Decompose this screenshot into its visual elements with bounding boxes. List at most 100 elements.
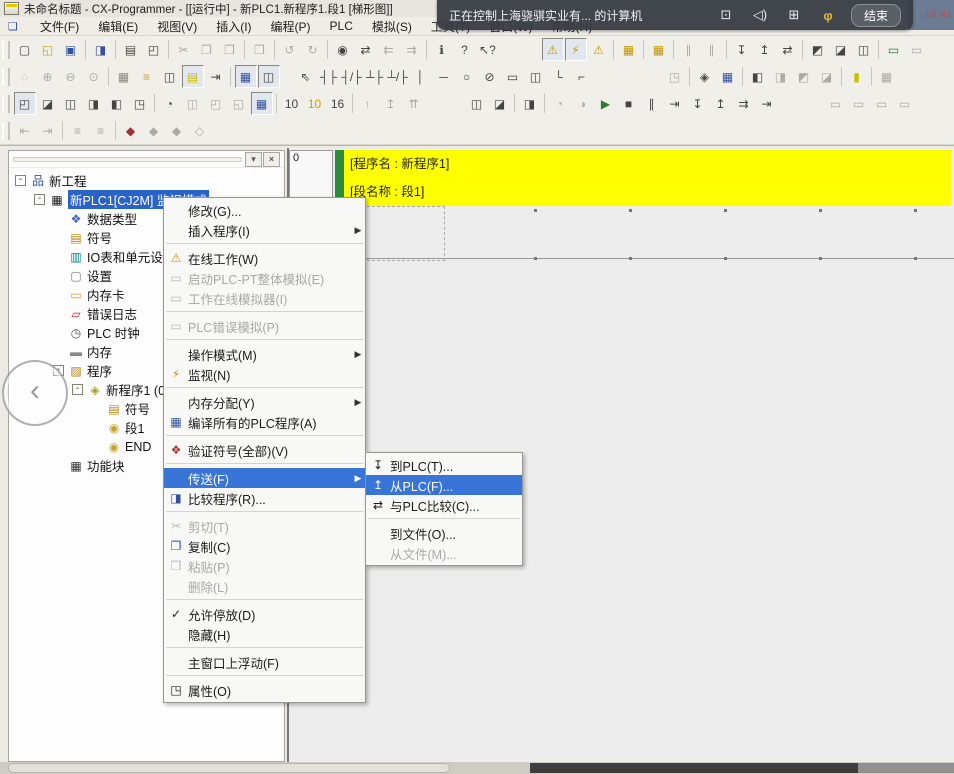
rung-list-button[interactable]: ◫: [159, 65, 181, 88]
compare-programs-button[interactable]: ◨: [90, 38, 112, 61]
sim-to-break-button[interactable]: ⇥: [756, 92, 778, 115]
end-control-button[interactable]: 结束: [851, 4, 901, 27]
menubar-edit[interactable]: 编辑(E): [87, 17, 146, 35]
upload-from-plc-button[interactable]: ↥: [754, 38, 776, 61]
pause-monitor-button[interactable]: ⚠: [588, 38, 610, 61]
function-block-button[interactable]: ◫: [525, 65, 547, 88]
online-simulator-button[interactable]: ▦: [648, 38, 670, 61]
toolbar-grip[interactable]: [2, 41, 10, 59]
chevron-down-icon[interactable]: ▾: [245, 152, 262, 167]
find-next-button[interactable]: ⇉: [401, 38, 423, 61]
output-window-button[interactable]: ◱: [228, 92, 250, 115]
work-online-button[interactable]: ⚠: [542, 38, 564, 61]
online-edit-a-button[interactable]: ◧: [747, 65, 769, 88]
tree-item-project[interactable]: - 品 新工程: [9, 171, 284, 190]
zoom-in-button[interactable]: ⊕: [37, 65, 59, 88]
sim-step-out-button[interactable]: ↥: [710, 92, 732, 115]
force-on-button[interactable]: ↑: [357, 92, 379, 115]
online-edit-c-button[interactable]: ◩: [793, 65, 815, 88]
tree-expander-icon[interactable]: [53, 213, 64, 224]
menubar-insert[interactable]: 插入(I): [205, 17, 259, 35]
menubar-view[interactable]: 视图(V): [146, 17, 205, 35]
tree-expander-icon[interactable]: [91, 441, 102, 452]
menubar-plc[interactable]: PLC: [319, 17, 361, 35]
coil-closed-button[interactable]: ⊘: [479, 65, 501, 88]
monitor-decimal-button[interactable]: 10: [281, 92, 303, 115]
online-edit-d-button[interactable]: ◪: [816, 65, 838, 88]
speaker-icon[interactable]: ◁): [743, 7, 777, 23]
paste-button[interactable]: ❒: [219, 38, 241, 61]
about-button[interactable]: ℹ: [431, 38, 453, 61]
menu-item-cut[interactable]: ✂ 剪切(T): [164, 516, 365, 536]
monitor-button[interactable]: ⚡: [565, 38, 587, 61]
disable-breakpoint-button[interactable]: ◇: [189, 119, 211, 142]
force-off-button[interactable]: ↥: [380, 92, 402, 115]
save-button[interactable]: ▣: [60, 38, 82, 61]
io-window-c-button[interactable]: ▭: [871, 92, 893, 115]
sim-pause-button[interactable]: ◔: [549, 92, 571, 115]
monitor-window-a-button[interactable]: ▭: [883, 38, 905, 61]
tree-expander-icon[interactable]: -: [72, 384, 83, 395]
window-mnemonic-button[interactable]: ◪: [37, 92, 59, 115]
menu-item-paste[interactable]: ❒ 粘贴(P): [164, 556, 365, 576]
indent-button[interactable]: ⇤: [14, 119, 36, 142]
tree-expander-icon[interactable]: [53, 270, 64, 281]
sim-window-b-button[interactable]: ◪: [489, 92, 511, 115]
download-to-plc-button[interactable]: ↧: [731, 38, 753, 61]
menubar-simulation[interactable]: 模拟(S): [361, 17, 420, 35]
pt-transfer-button[interactable]: ◳: [664, 65, 686, 88]
show-rung-annotation-button[interactable]: ◫: [258, 65, 280, 88]
menu-item-hide[interactable]: 隐藏(H): [164, 624, 365, 644]
submenu-item-from-plc[interactable]: ↥ 从PLC(F)...: [366, 475, 522, 495]
outdent-button[interactable]: ⇥: [37, 119, 59, 142]
window-symbol-button[interactable]: ◫: [60, 92, 82, 115]
tree-expander-icon[interactable]: [53, 251, 64, 262]
tree-expander-icon[interactable]: [53, 327, 64, 338]
submenu-item-to-file[interactable]: 到文件(O)...: [366, 523, 522, 543]
compare-with-plc-button[interactable]: ⇄: [777, 38, 799, 61]
menu-item-work-online[interactable]: ⚠ 在线工作(W): [164, 248, 365, 268]
sim-step-button[interactable]: ⇥: [664, 92, 686, 115]
menu-item-compile-all-plc-programs[interactable]: ▦ 编译所有的PLC程序(A): [164, 412, 365, 432]
window-watch-button[interactable]: ◨: [83, 92, 105, 115]
tree-expander-icon[interactable]: -: [15, 175, 26, 186]
zoom-fit-button[interactable]: ⊙: [83, 65, 105, 88]
io-window-b-button[interactable]: ▭: [848, 92, 870, 115]
submenu-item-to-plc[interactable]: ↧ 到PLC(T)...: [366, 455, 522, 475]
works-button[interactable]: ◈: [694, 65, 716, 88]
toolbar-grip[interactable]: [2, 95, 10, 113]
monitor-grid-button[interactable]: ▤: [182, 65, 204, 88]
menu-item-compare-program[interactable]: ◨ 比较程序(R)...: [164, 488, 365, 508]
menu-item-properties[interactable]: ◳ 属性(O): [164, 680, 365, 700]
remote-sidebar-handle[interactable]: ‹: [2, 360, 68, 426]
horizontal-line-button[interactable]: ─: [433, 65, 455, 88]
pause-b-button[interactable]: ∥: [701, 38, 723, 61]
help-button[interactable]: ?: [454, 38, 476, 61]
menu-item-start-plc-pt-simulation[interactable]: ▭ 启动PLC-PT整体模拟(E): [164, 268, 365, 288]
coil-button[interactable]: ○: [456, 65, 478, 88]
compile-button[interactable]: ▦: [717, 65, 739, 88]
online-edit-b-button[interactable]: ◨: [770, 65, 792, 88]
monitor-signed-decimal-button[interactable]: 10: [304, 92, 326, 115]
vertical-line-button[interactable]: │: [410, 65, 432, 88]
sim-continuous-button[interactable]: ⇉: [733, 92, 755, 115]
replace-button[interactable]: ⇄: [355, 38, 377, 61]
plc-pt-simulation-button[interactable]: ▦: [618, 38, 640, 61]
menu-item-monitor[interactable]: ⚡ 监视(N): [164, 364, 365, 384]
redo-button[interactable]: ↻: [302, 38, 324, 61]
close-icon[interactable]: ×: [263, 152, 280, 167]
sim-download-button[interactable]: ◨: [519, 92, 541, 115]
menu-item-delete[interactable]: 删除(L): [164, 576, 365, 596]
menu-item-work-online-simulator[interactable]: ▭ 工作在线模拟器(I): [164, 288, 365, 308]
menu-item-transfer[interactable]: 传送(F): [164, 468, 365, 488]
online-edit-cancel-button[interactable]: ◫: [853, 38, 875, 61]
instruction-button[interactable]: ▭: [502, 65, 524, 88]
copy-button[interactable]: ❐: [196, 38, 218, 61]
menu-item-float-in-main-window[interactable]: 主窗口上浮动(F): [164, 652, 365, 672]
window-properties-button[interactable]: ◳: [129, 92, 151, 115]
symbol-list-button[interactable]: ≡: [136, 65, 158, 88]
tree-expander-icon[interactable]: [53, 308, 64, 319]
menu-item-copy[interactable]: ❐ 复制(C): [164, 536, 365, 556]
contact-or-no-button[interactable]: ┴├: [364, 65, 386, 88]
monitor-hex-button[interactable]: 16: [327, 92, 349, 115]
